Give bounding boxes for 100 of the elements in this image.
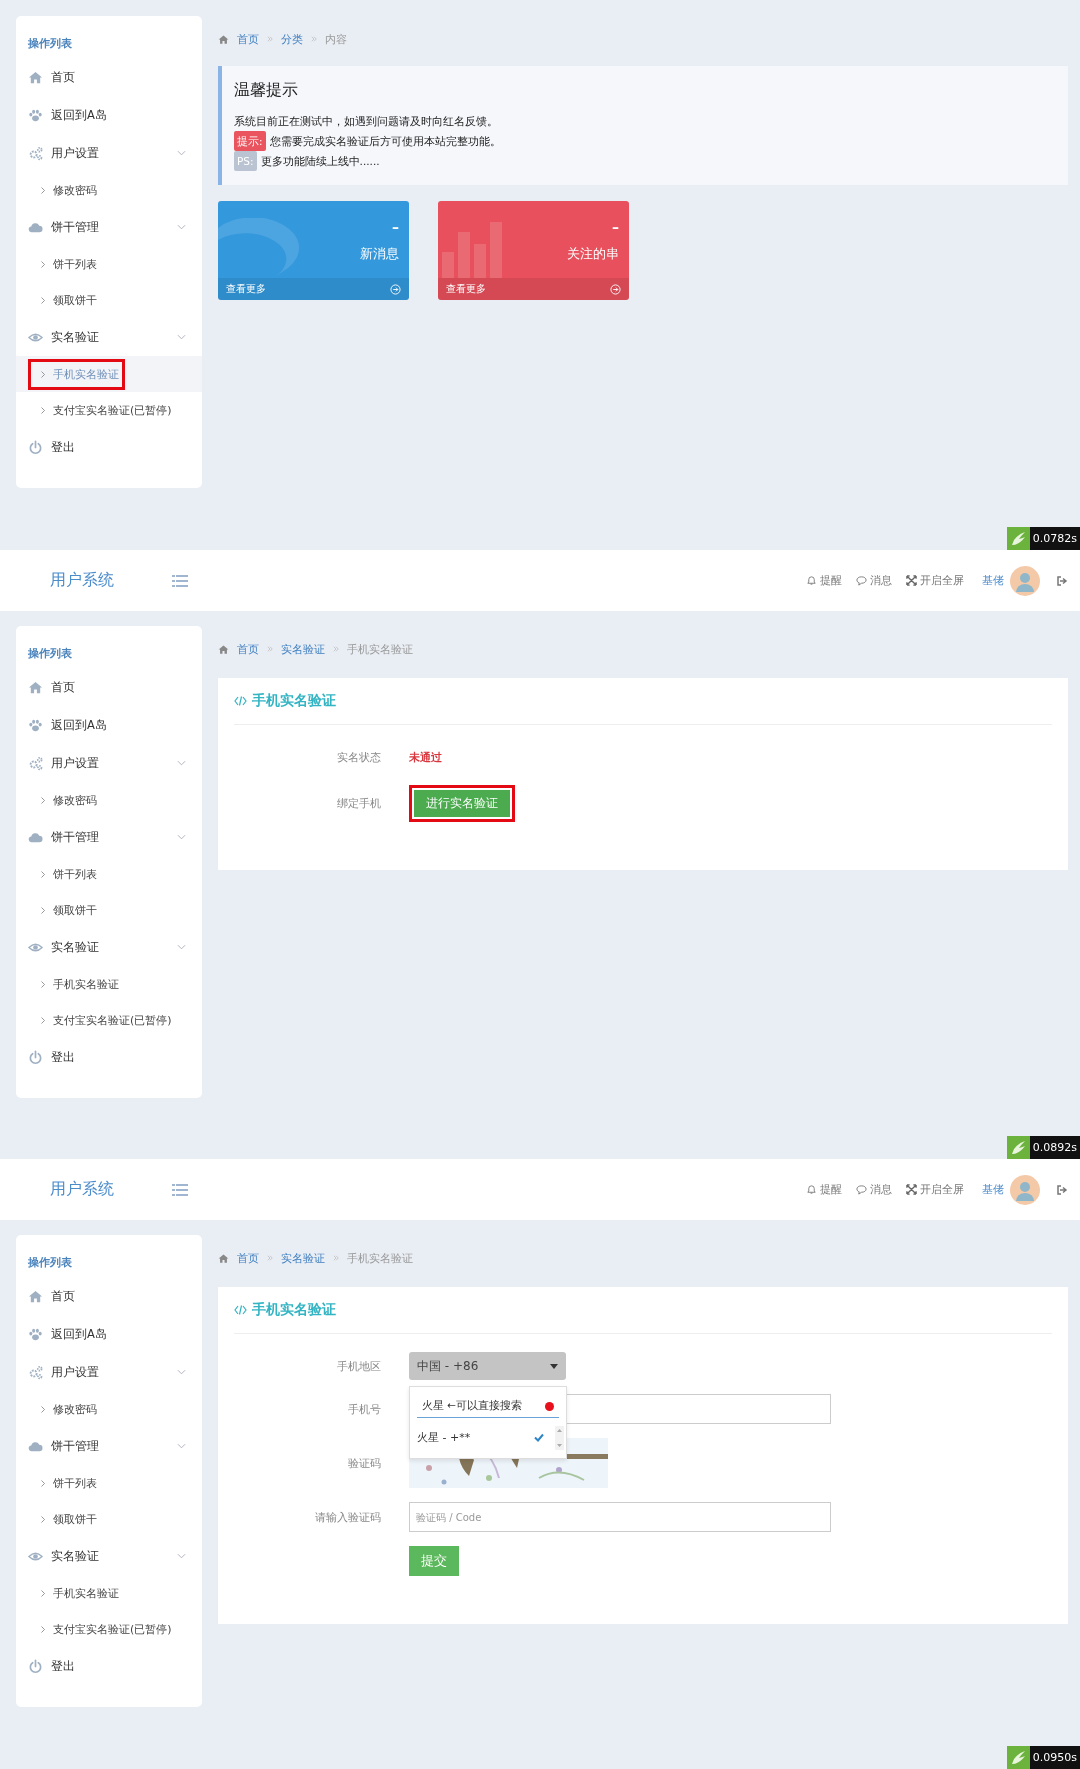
power-icon	[28, 1658, 43, 1674]
chevron-right-icon	[333, 1255, 339, 1261]
scrollbar-arrows-icon	[555, 1426, 564, 1450]
chat-icon	[856, 575, 867, 586]
home-icon	[218, 33, 229, 45]
header-link[interactable]: 开启全屏	[906, 1182, 964, 1197]
header-link[interactable]: 消息	[856, 573, 892, 588]
breadcrumb-link[interactable]: 首页	[237, 31, 259, 47]
tile-footer[interactable]: 查看更多	[438, 278, 629, 300]
menu-icon[interactable]	[172, 574, 188, 587]
chevron-right-icon	[40, 1015, 46, 1025]
sidebar-item[interactable]: 用户设置	[16, 134, 202, 172]
chevron-right-icon	[40, 1514, 46, 1524]
sidebar-item[interactable]: 用户设置	[16, 744, 202, 782]
notice-tag: PS:	[234, 151, 257, 171]
header-link[interactable]: 提醒	[806, 573, 842, 588]
header-link[interactable]: 开启全屏	[906, 573, 964, 588]
user-name[interactable]: 基佬	[982, 573, 1004, 588]
submenu-item[interactable]: 支付宝实名验证(已暂停)	[16, 1611, 202, 1647]
submenu-item[interactable]: 饼干列表	[16, 1465, 202, 1501]
submenu-item[interactable]: 支付宝实名验证(已暂停)	[16, 392, 202, 428]
logout-icon[interactable]	[1056, 574, 1068, 587]
text-input[interactable]: 验证码 / Code	[409, 1502, 831, 1532]
timing-label: 0.0950s	[1029, 1746, 1080, 1769]
header-link[interactable]: 提醒	[806, 1182, 842, 1197]
sidebar-item[interactable]: 返回到A岛	[16, 1315, 202, 1353]
chevron-down-icon	[177, 1553, 186, 1559]
search-field[interactable]: 火星 ←可以直接搜索	[417, 1395, 559, 1418]
chevron-down-icon	[177, 760, 186, 766]
submenu-item[interactable]: 领取饼干	[16, 1501, 202, 1537]
chevron-right-icon	[40, 259, 46, 269]
field-label: 验证码	[347, 1455, 381, 1471]
timing-label: 0.0892s	[1029, 1136, 1080, 1159]
user-name[interactable]: 基佬	[982, 1182, 1004, 1197]
arrow-circle-icon	[390, 283, 401, 295]
header-link[interactable]: 消息	[856, 1182, 892, 1197]
chat-icon	[856, 1184, 867, 1195]
logout-icon[interactable]	[1056, 1183, 1068, 1196]
sidebar-item[interactable]: 饼干管理	[16, 1427, 202, 1465]
power-icon	[28, 1049, 43, 1065]
sidebar-item[interactable]: 实名验证	[16, 928, 202, 966]
avatar-icon[interactable]	[1010, 565, 1040, 596]
notice-title: 温馨提示	[234, 80, 299, 101]
dropdown-option[interactable]: 火星 - +**	[410, 1422, 566, 1452]
avatar-icon[interactable]	[1010, 1174, 1040, 1205]
sidebar-item[interactable]: 饼干管理	[16, 208, 202, 246]
tile-footer[interactable]: 查看更多	[218, 278, 409, 300]
sidebar-item[interactable]: 首页	[16, 58, 202, 96]
sidebar-item[interactable]: 首页	[16, 668, 202, 706]
submenu-item[interactable]: 支付宝实名验证(已暂停)	[16, 1002, 202, 1038]
submenu-item[interactable]: 饼干列表	[16, 246, 202, 282]
breadcrumb-link[interactable]: 首页	[237, 1250, 259, 1266]
chevron-down-icon	[177, 834, 186, 840]
notice-tag: 提示:	[234, 131, 266, 151]
sidebar-item[interactable]: 返回到A岛	[16, 96, 202, 134]
sidebar-item[interactable]: 登出	[16, 1038, 202, 1076]
sidebar-item[interactable]: 登出	[16, 1647, 202, 1685]
brand-title: 用户系统	[50, 570, 114, 591]
paw-icon	[28, 717, 43, 733]
chevron-right-icon	[40, 185, 46, 195]
submenu-item[interactable]: 领取饼干	[16, 892, 202, 928]
breadcrumb-link[interactable]: 实名验证	[281, 1250, 325, 1266]
submenu-item[interactable]: 手机实名验证	[16, 966, 202, 1002]
sidebar-item[interactable]: 返回到A岛	[16, 706, 202, 744]
submenu-item[interactable]: 手机实名验证	[16, 1575, 202, 1611]
chevron-right-icon	[267, 1255, 273, 1261]
code-icon	[234, 1305, 247, 1315]
expand-icon	[906, 575, 917, 586]
sidebar-item[interactable]: 用户设置	[16, 1353, 202, 1391]
sidebar-item[interactable]: 饼干管理	[16, 818, 202, 856]
chevron-right-icon	[40, 1588, 46, 1598]
leaf-icon	[1006, 1136, 1030, 1159]
submenu-item[interactable]: 修改密码	[16, 782, 202, 818]
submenu-item[interactable]: 修改密码	[16, 172, 202, 208]
sidebar-item[interactable]: 首页	[16, 1277, 202, 1315]
chevron-down-icon	[177, 1369, 186, 1375]
chevron-right-icon	[40, 1404, 46, 1414]
submenu-item[interactable]: 领取饼干	[16, 282, 202, 318]
sidebar-item[interactable]: 登出	[16, 428, 202, 466]
notice-text: 您需要完成实名验证后方可使用本站完整功能。	[269, 134, 501, 149]
chevron-right-icon	[40, 905, 46, 915]
region-select[interactable]: 中国 - +86	[409, 1352, 566, 1380]
chevron-down-icon	[177, 334, 186, 340]
breadcrumb-link[interactable]: 分类	[281, 31, 303, 47]
submenu-item[interactable]: 饼干列表	[16, 856, 202, 892]
card-title: 手机实名验证	[252, 692, 336, 710]
power-icon	[28, 439, 43, 455]
home-icon	[218, 1252, 229, 1264]
chevron-right-icon	[40, 405, 46, 415]
sidebar-item[interactable]: 实名验证	[16, 318, 202, 356]
sidebar-item[interactable]: 实名验证	[16, 1537, 202, 1575]
bell-icon	[806, 575, 817, 586]
tile-label: 新消息	[360, 245, 399, 263]
card-title: 手机实名验证	[252, 1301, 336, 1319]
menu-icon[interactable]	[172, 1183, 188, 1196]
chevron-right-icon	[40, 869, 46, 879]
submenu-item[interactable]: 修改密码	[16, 1391, 202, 1427]
sidebar-title: 操作列表	[27, 36, 73, 52]
breadcrumb-link[interactable]: 首页	[237, 641, 259, 657]
breadcrumb-link[interactable]: 实名验证	[281, 641, 325, 657]
